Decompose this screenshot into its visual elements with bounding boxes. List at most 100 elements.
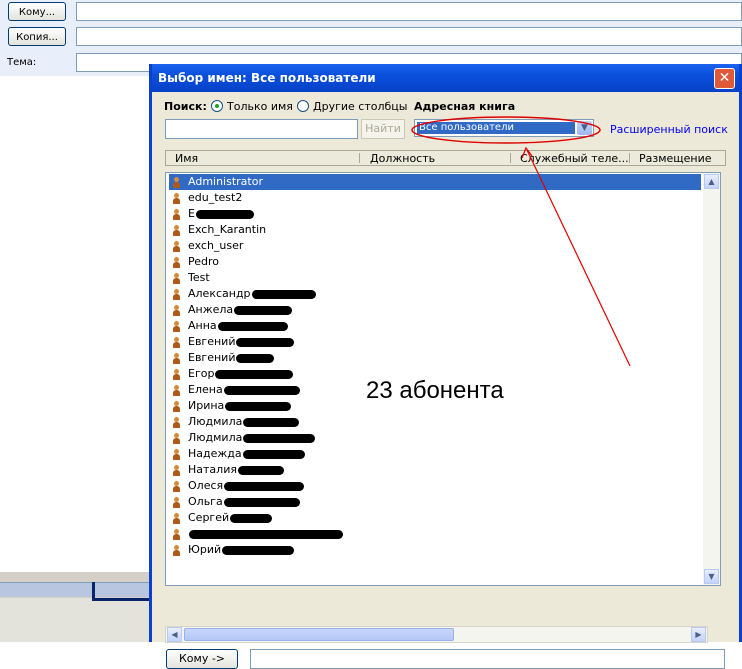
list-item[interactable]: Олеся	[169, 478, 305, 494]
to-add-button[interactable]: Кому ->	[166, 649, 238, 669]
scroll-right-icon[interactable]: ▶	[691, 627, 706, 642]
close-icon[interactable]: ✕	[714, 68, 735, 89]
user-icon	[172, 176, 182, 188]
redaction	[243, 433, 316, 443]
list-item[interactable]: Ирина	[169, 398, 292, 414]
redaction	[236, 353, 275, 363]
user-icon	[172, 544, 182, 556]
annotation-text: 23 абонента	[366, 377, 504, 404]
dialog-title: Выбор имен: Все пользователи	[158, 71, 376, 85]
list-item[interactable]: Александр	[169, 286, 316, 302]
user-icon	[172, 480, 182, 492]
list-item[interactable]: exch_user	[169, 238, 243, 254]
user-icon	[172, 432, 182, 444]
find-button[interactable]: Найти	[361, 119, 405, 139]
user-icon	[172, 448, 182, 460]
horizontal-scrollbar[interactable]: ◀ ▶	[165, 626, 708, 643]
redaction	[224, 481, 305, 491]
list-item[interactable]: Надежда	[169, 446, 305, 462]
list-item[interactable]: Е	[169, 206, 254, 222]
redaction	[189, 529, 343, 539]
horizontal-scroll-thumb[interactable]	[184, 628, 454, 641]
column-name[interactable]: Имя	[175, 152, 198, 165]
list-header: Имя Должность Служебный теле... Размещен…	[165, 150, 726, 166]
subject-label: Тема:	[7, 57, 37, 68]
search-input[interactable]	[165, 119, 358, 139]
to-field[interactable]	[76, 2, 742, 21]
list-item[interactable]: Людмила	[169, 414, 300, 430]
user-icon	[172, 192, 182, 204]
column-title[interactable]: Должность	[370, 152, 435, 165]
list-item[interactable]: Exch_Karantin	[169, 222, 266, 238]
list-item[interactable]: Людмила	[169, 430, 316, 446]
user-icon	[172, 368, 182, 380]
radio-name-only-label[interactable]: Только имя	[227, 100, 293, 113]
to-button[interactable]: Кому...	[8, 2, 66, 21]
scroll-down-icon[interactable]: ▼	[704, 569, 719, 584]
list-item[interactable]: Ольга	[169, 494, 300, 510]
list-item[interactable]: Pedro	[169, 254, 219, 270]
user-icon	[172, 464, 182, 476]
redaction	[236, 337, 295, 347]
cc-field[interactable]	[76, 27, 742, 46]
list-item[interactable]	[169, 526, 343, 542]
list-item[interactable]: Сергей	[169, 510, 273, 526]
redaction	[217, 321, 288, 331]
redaction	[195, 209, 254, 219]
radio-name-only[interactable]	[211, 100, 223, 112]
address-book-select[interactable]: Все пользователи ▼	[414, 119, 594, 137]
user-icon	[172, 352, 182, 364]
user-icon	[172, 496, 182, 508]
chevron-down-icon[interactable]: ▼	[577, 121, 592, 135]
list-item[interactable]: Test	[169, 270, 210, 286]
user-icon	[172, 512, 182, 524]
select-names-dialog: Выбор имен: Все пользователи ✕ Поиск: То…	[149, 64, 742, 669]
user-icon	[172, 384, 182, 396]
redaction	[215, 369, 294, 379]
to-recipients-field[interactable]	[250, 649, 725, 669]
redaction	[237, 465, 284, 475]
user-icon	[172, 304, 182, 316]
list-item[interactable]: Егор	[169, 366, 294, 382]
scroll-up-icon[interactable]: ▲	[704, 174, 719, 189]
address-book-value: Все пользователи	[417, 122, 575, 134]
list-item[interactable]: Евгений	[169, 350, 275, 366]
column-phone[interactable]: Служебный теле...	[520, 152, 629, 165]
advanced-search-link[interactable]: Расширенный поиск	[610, 123, 728, 136]
list-item[interactable]: Евгений	[169, 334, 295, 350]
list-item[interactable]: Юрий	[169, 542, 295, 558]
search-label: Поиск:	[164, 100, 207, 113]
redaction	[230, 513, 273, 523]
user-icon	[172, 288, 182, 300]
dialog-client: Поиск: Только имя Другие столбцы Адресна…	[152, 92, 739, 669]
radio-other-columns[interactable]	[297, 100, 309, 112]
user-icon	[172, 240, 182, 252]
user-icon	[172, 320, 182, 332]
list-item[interactable]: Анжела	[169, 302, 293, 318]
user-icon	[172, 336, 182, 348]
address-book-label: Адресная книга	[414, 100, 516, 113]
list-item[interactable]: Administrator	[169, 174, 701, 190]
redaction	[251, 289, 316, 299]
background-window-edge	[0, 572, 153, 642]
user-icon	[172, 208, 182, 220]
user-icon	[172, 416, 182, 428]
vertical-scrollbar[interactable]: ▲ ▼	[703, 173, 720, 585]
user-icon	[172, 224, 182, 236]
column-location[interactable]: Размещение	[639, 152, 712, 165]
dialog-titlebar[interactable]: Выбор имен: Все пользователи ✕	[152, 64, 739, 92]
list-item[interactable]: Елена	[169, 382, 300, 398]
user-icon	[172, 256, 182, 268]
list-item[interactable]: Анна	[169, 318, 288, 334]
redaction	[225, 401, 292, 411]
user-icon	[172, 528, 182, 540]
scroll-left-icon[interactable]: ◀	[167, 627, 182, 642]
cc-button[interactable]: Копия...	[8, 27, 66, 46]
redaction	[242, 449, 305, 459]
redaction	[243, 417, 300, 427]
redaction	[223, 385, 300, 395]
user-icon	[172, 400, 182, 412]
radio-other-columns-label[interactable]: Другие столбцы	[313, 100, 407, 113]
list-item[interactable]: edu_test2	[169, 190, 242, 206]
list-item[interactable]: Наталия	[169, 462, 284, 478]
